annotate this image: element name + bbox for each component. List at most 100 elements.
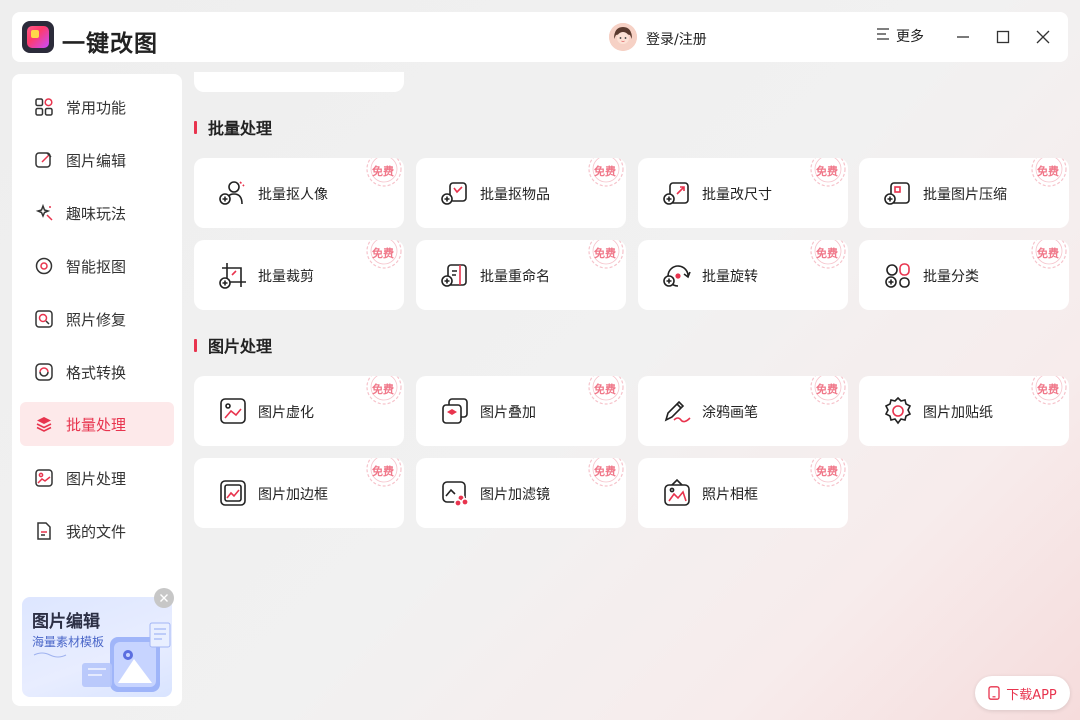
free-badge: 免费: [1027, 158, 1069, 192]
free-badge: 免费: [806, 458, 848, 492]
free-badge: 免费: [362, 376, 404, 410]
sidebar-item-common[interactable]: 常用功能: [20, 85, 174, 129]
repair-icon: [34, 309, 54, 329]
filter-icon: [442, 481, 469, 507]
card-filter[interactable]: 图片加滤镜 免费: [416, 458, 626, 528]
free-badge: 免费: [584, 376, 626, 410]
grid-icon: [34, 97, 54, 117]
batch-rename-icon: [441, 264, 467, 287]
sidebar-item-label: 格式转换: [66, 363, 127, 382]
layers-icon: [34, 414, 54, 434]
card-stub: [194, 72, 404, 92]
free-badge: 免费: [1027, 376, 1069, 410]
card-photo-frame[interactable]: 照片相框 免费: [638, 458, 848, 528]
maximize-button[interactable]: [991, 25, 1015, 49]
card-overlay[interactable]: 图片叠加 免费: [416, 376, 626, 446]
free-badge: 免费: [806, 158, 848, 192]
card-label: 图片加滤镜: [480, 487, 550, 503]
app-logo-icon: [22, 21, 54, 53]
close-icon: [1036, 30, 1050, 44]
section-title-text: 图片处理: [208, 337, 273, 356]
card-label: 批量分类: [923, 269, 979, 285]
image-icon: [34, 468, 54, 488]
convert-icon: [34, 362, 54, 382]
app-title: 一键改图: [62, 31, 158, 57]
card-batch-compress[interactable]: 批量图片压缩 免费: [859, 158, 1069, 228]
sidebar-item-label: 常用功能: [66, 98, 127, 117]
promo-close-button[interactable]: [154, 588, 174, 608]
card-label: 图片叠加: [480, 405, 536, 421]
login-register-link[interactable]: 登录/注册: [646, 29, 707, 49]
section-title: 图片处理: [194, 333, 272, 357]
download-app-button[interactable]: 下载APP: [975, 676, 1070, 710]
card-label: 批量裁剪: [258, 269, 314, 285]
sidebar-item-label: 图片处理: [66, 469, 127, 488]
card-label: 批量图片压缩: [923, 187, 1007, 203]
promo-title: 图片编辑: [32, 612, 100, 632]
sidebar-item-label: 照片修复: [66, 310, 127, 329]
phone-icon: [988, 686, 1000, 700]
card-sticker[interactable]: 图片加贴纸 免费: [859, 376, 1069, 446]
card-border[interactable]: 图片加边框 免费: [194, 458, 404, 528]
sidebar-item-label: 趣味玩法: [66, 204, 127, 223]
free-badge: 免费: [362, 240, 404, 274]
card-label: 图片加贴纸: [923, 405, 993, 421]
free-badge: 免费: [362, 158, 404, 192]
sidebar-item-batch[interactable]: 批量处理: [20, 402, 174, 446]
more-button[interactable]: 更多: [876, 26, 924, 46]
batch-rotate-icon: [663, 265, 691, 287]
card-label: 批量重命名: [480, 269, 550, 285]
sidebar-item-cutout[interactable]: 智能抠图: [20, 244, 174, 288]
card-label: 图片加边框: [258, 487, 328, 503]
sidebar-item-label: 我的文件: [66, 522, 127, 541]
sidebar-item-convert[interactable]: 格式转换: [20, 350, 174, 394]
title-bar: 一键改图 登录/注册 更多: [12, 12, 1068, 62]
sidebar-item-image[interactable]: 图片处理: [20, 456, 174, 500]
section-title: 批量处理: [194, 115, 272, 139]
free-badge: 免费: [584, 458, 626, 492]
batch-compress-icon: [884, 182, 910, 205]
batch-classify-icon: [885, 263, 910, 288]
section-marker: [194, 338, 197, 352]
card-batch-crop[interactable]: 批量裁剪 免费: [194, 240, 404, 310]
more-label: 更多: [896, 29, 924, 45]
card-label: 图片虚化: [258, 405, 314, 421]
free-badge: 免费: [1027, 240, 1069, 274]
card-batch-object-cutout[interactable]: 批量抠物品 免费: [416, 158, 626, 228]
sidebar-item-repair[interactable]: 照片修复: [20, 297, 174, 341]
menu-icon: [876, 27, 890, 45]
sidebar-item-label: 智能抠图: [66, 257, 127, 276]
batch-crop-icon: [219, 263, 246, 289]
sticker-icon: [884, 396, 912, 425]
promo-banner[interactable]: 图片编辑 海量素材模板: [22, 597, 172, 697]
minimize-icon: [957, 36, 969, 38]
minimize-button[interactable]: [951, 25, 975, 49]
sparkle-icon: [34, 203, 54, 223]
sidebar-item-fun[interactable]: 趣味玩法: [20, 191, 174, 235]
sidebar-item-files[interactable]: 我的文件: [20, 509, 174, 553]
target-icon: [34, 256, 54, 276]
card-batch-rename[interactable]: 批量重命名 免费: [416, 240, 626, 310]
section-title-text: 批量处理: [208, 119, 273, 138]
card-batch-classify[interactable]: 批量分类 免费: [859, 240, 1069, 310]
avatar[interactable]: [609, 23, 637, 51]
close-icon: [160, 594, 168, 602]
free-badge: 免费: [584, 158, 626, 192]
card-label: 批量抠物品: [480, 187, 550, 203]
card-label: 批量旋转: [702, 269, 758, 285]
close-button[interactable]: [1031, 25, 1055, 49]
card-batch-rotate[interactable]: 批量旋转 免费: [638, 240, 848, 310]
border-icon: [220, 480, 246, 506]
card-label: 批量抠人像: [258, 187, 328, 203]
sidebar-item-label: 批量处理: [66, 415, 127, 434]
sidebar-item-edit[interactable]: 图片编辑: [20, 138, 174, 182]
card-batch-portrait-cutout[interactable]: 批量抠人像 免费: [194, 158, 404, 228]
card-blur[interactable]: 图片虚化 免费: [194, 376, 404, 446]
card-label: 照片相框: [702, 487, 758, 503]
card-batch-resize[interactable]: 批量改尺寸 免费: [638, 158, 848, 228]
promo-subtitle: 海量素材模板: [32, 635, 105, 649]
photo-frame-icon: [664, 478, 690, 506]
download-app-label: 下载APP: [1006, 687, 1057, 703]
section-marker: [194, 120, 197, 134]
card-brush[interactable]: 涂鸦画笔 免费: [638, 376, 848, 446]
